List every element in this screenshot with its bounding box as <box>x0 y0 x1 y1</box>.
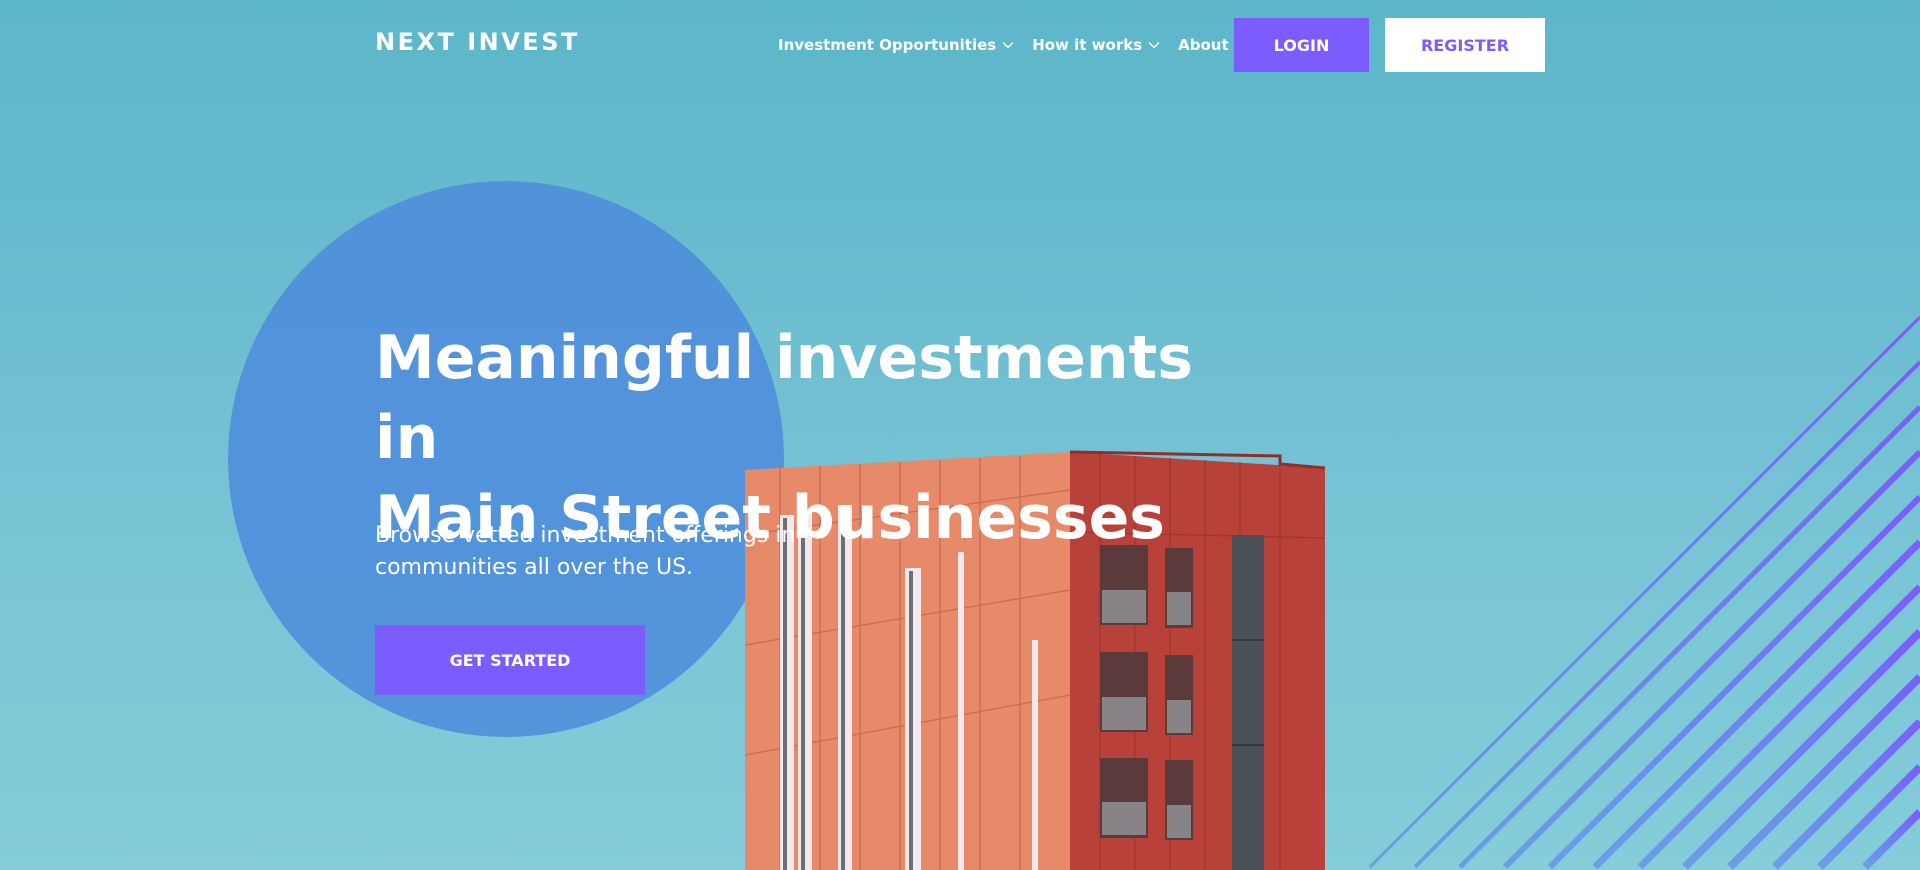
brand-logo[interactable]: NEXT INVEST <box>375 28 580 56</box>
hero-title-line-1: Meaningful investments in <box>375 323 1193 473</box>
login-button[interactable]: LOGIN <box>1234 18 1369 72</box>
chevron-down-icon <box>1002 41 1014 49</box>
nav-label: How it works <box>1032 36 1143 54</box>
nav-how-it-works[interactable]: How it works <box>1032 36 1160 54</box>
decorative-stripes <box>1368 315 1920 870</box>
nav-label: Investment Opportunities <box>778 36 997 54</box>
register-button[interactable]: REGISTER <box>1385 18 1545 72</box>
get-started-button[interactable]: GET STARTED <box>375 625 645 695</box>
nav-investment-opportunities[interactable]: Investment Opportunities <box>778 36 1014 54</box>
landing-page: NEXT INVEST Investment Opportunities How… <box>0 0 1920 870</box>
hero-subtitle-line-2: communities all over the US. <box>375 555 694 580</box>
main-nav: Investment Opportunities How it works Ab… <box>778 18 1253 72</box>
hero-subtitle: Browse vetted investment offerings in co… <box>375 520 835 584</box>
chevron-down-icon <box>1148 41 1160 49</box>
hero-subtitle-line-1: Browse vetted investment offerings in <box>375 523 796 548</box>
